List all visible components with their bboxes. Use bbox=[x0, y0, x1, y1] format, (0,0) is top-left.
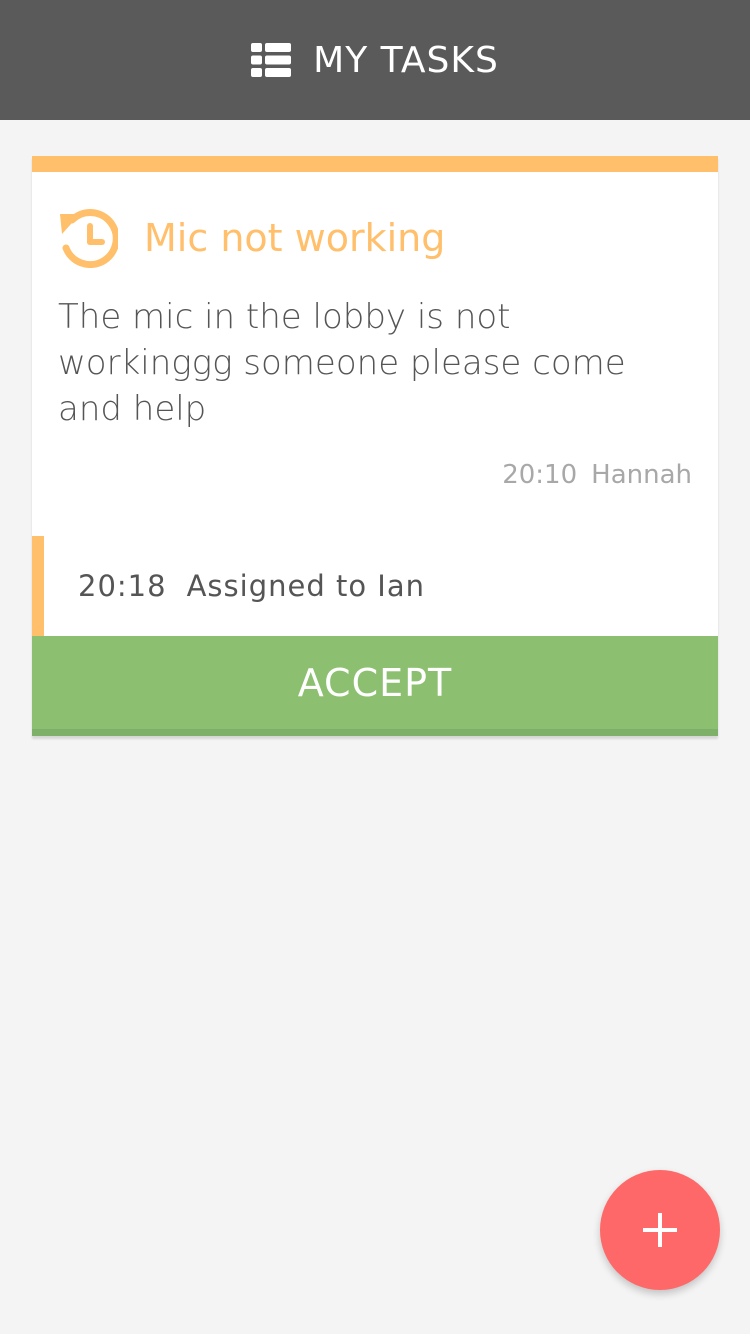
task-header: Mic not working bbox=[32, 172, 718, 276]
task-description: The mic in the lobby is not workinggg so… bbox=[58, 297, 626, 429]
clock-history-icon bbox=[60, 209, 118, 268]
app-header: MY TASKS bbox=[0, 0, 750, 120]
task-card[interactable]: Mic not working The mic in the lobby is … bbox=[32, 156, 718, 736]
accept-button[interactable]: ACCEPT bbox=[32, 636, 718, 736]
card-status-bar bbox=[32, 156, 718, 172]
assignment-text: Assigned to Ian bbox=[186, 569, 425, 603]
assignment-accent-bar bbox=[32, 536, 44, 636]
task-meta: 20:10 Hannah bbox=[32, 432, 718, 506]
plus-icon bbox=[643, 1213, 677, 1247]
add-task-button[interactable] bbox=[600, 1170, 720, 1290]
task-time: 20:10 bbox=[502, 460, 578, 490]
task-author: Hannah bbox=[591, 460, 692, 490]
assignment-row: 20:18 Assigned to Ian bbox=[32, 536, 718, 636]
page-title: MY TASKS bbox=[313, 39, 499, 81]
list-icon bbox=[251, 43, 292, 77]
task-title: Mic not working bbox=[144, 216, 446, 260]
assignment-time: 20:18 bbox=[78, 569, 167, 603]
